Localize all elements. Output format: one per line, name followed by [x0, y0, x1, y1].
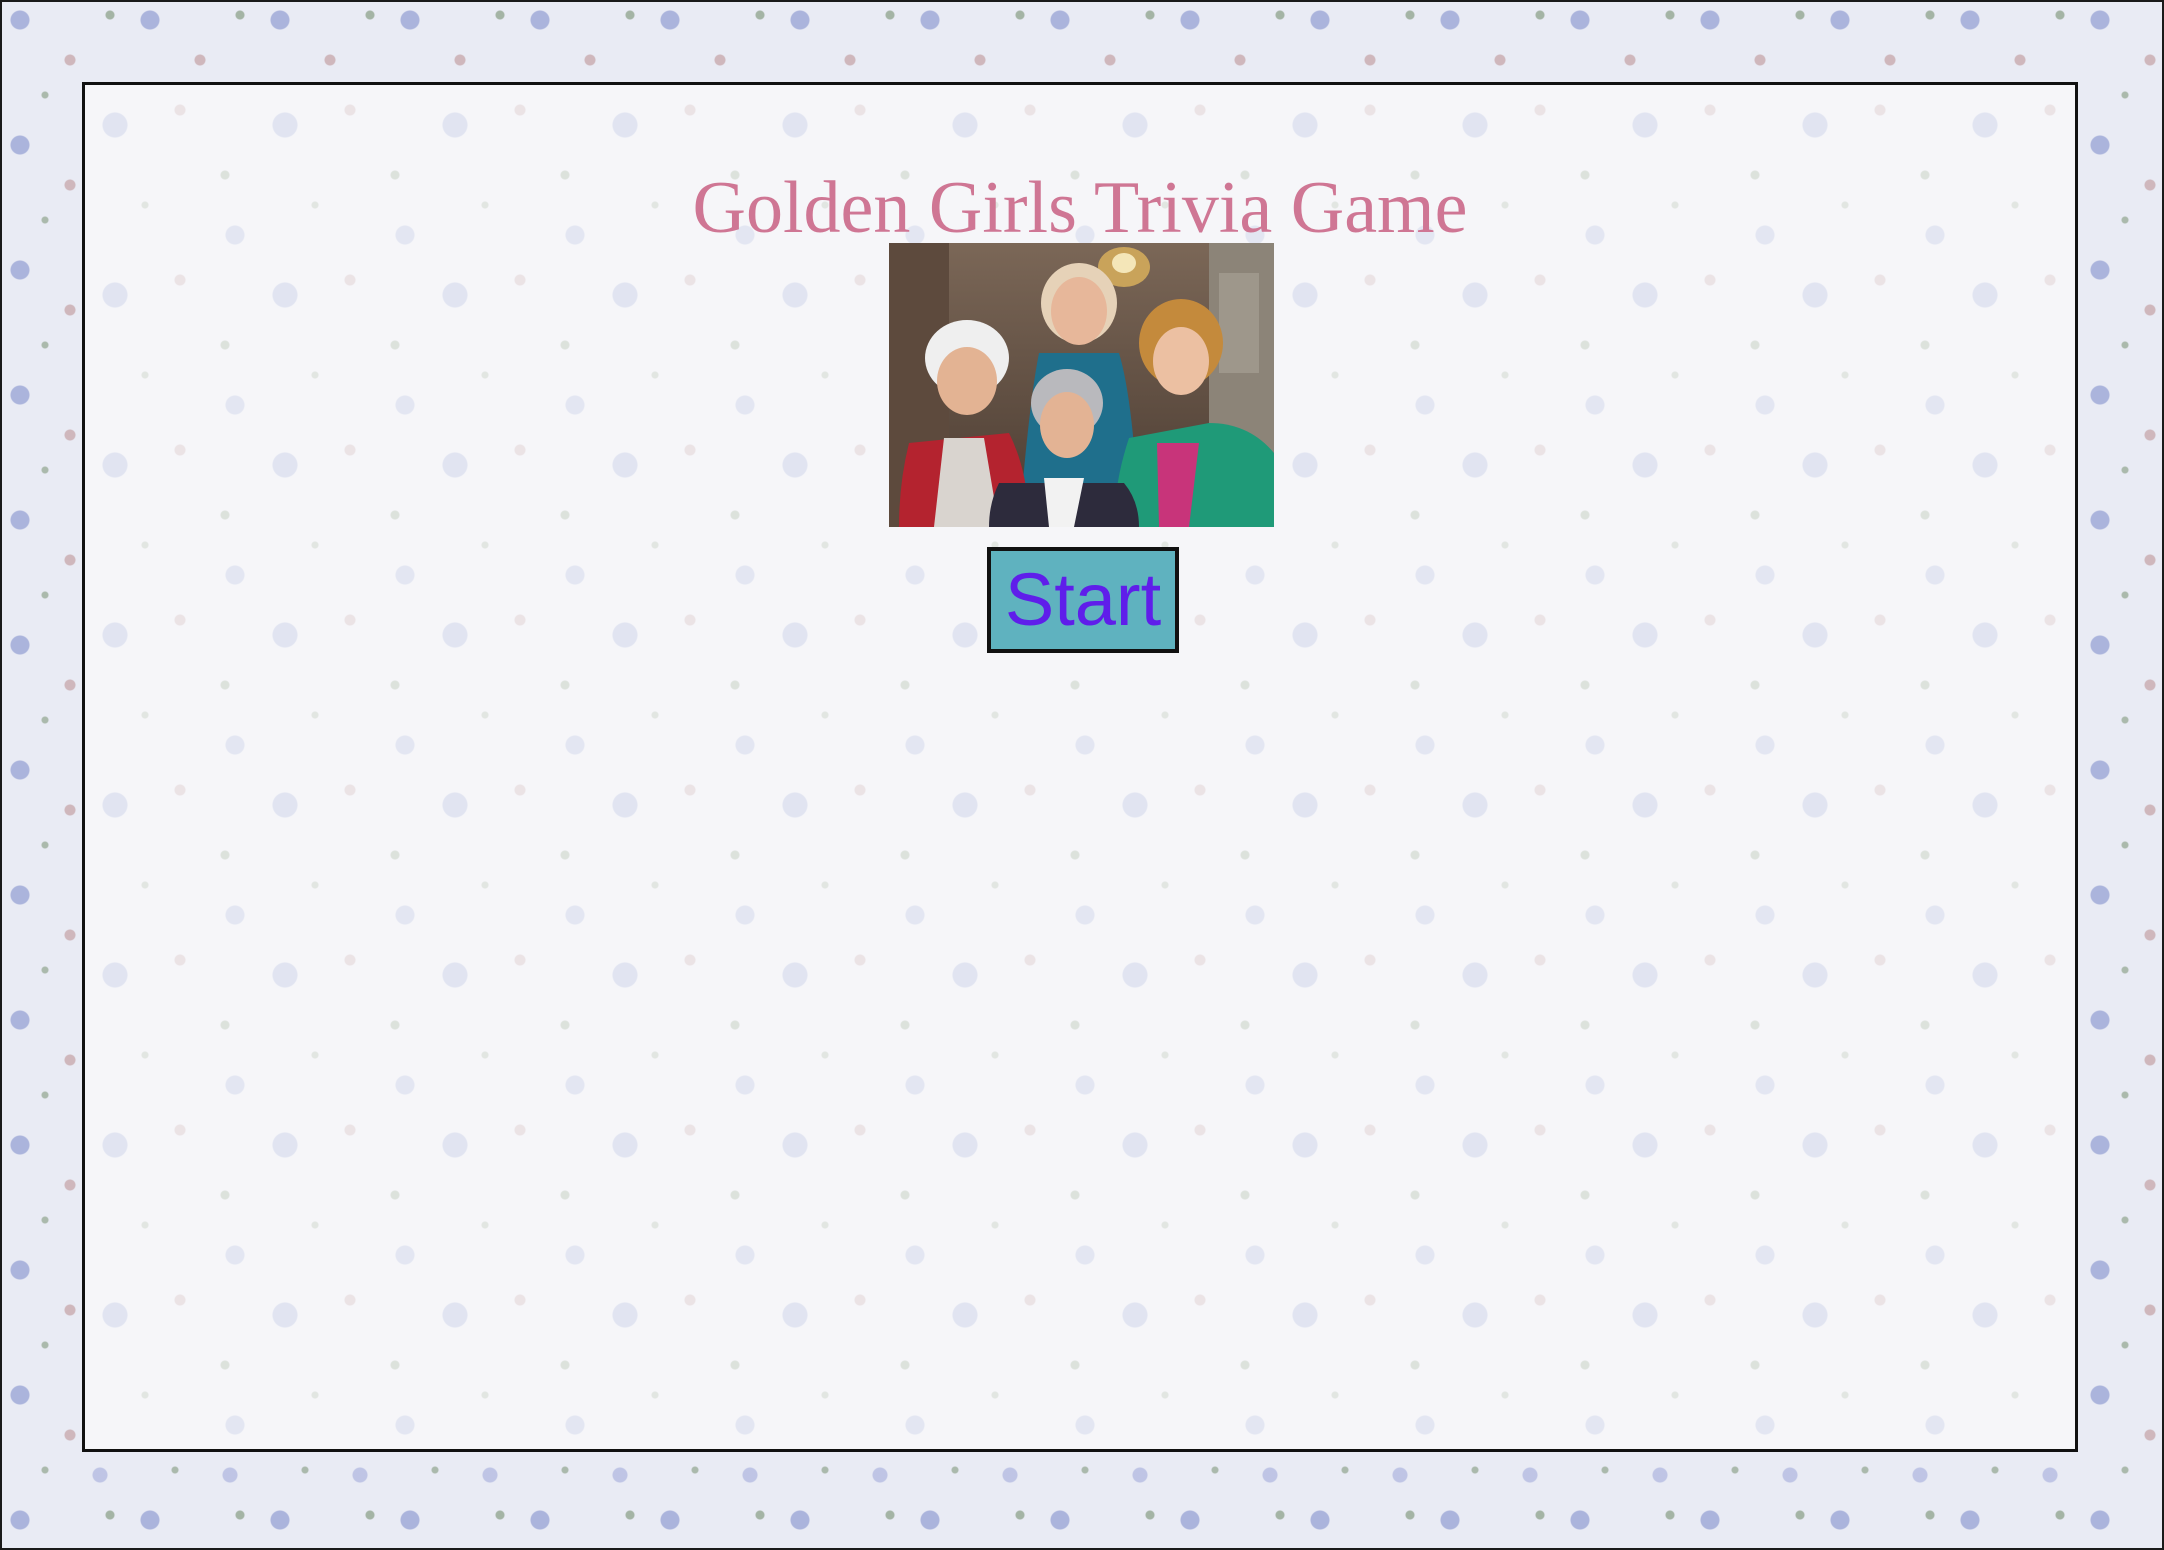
game-container: Golden Girls Trivia Game Start: [82, 82, 2078, 1452]
start-button[interactable]: Start: [987, 547, 1179, 653]
cast-photo: [889, 243, 1274, 527]
page-title: Golden Girls Trivia Game: [692, 167, 1468, 249]
